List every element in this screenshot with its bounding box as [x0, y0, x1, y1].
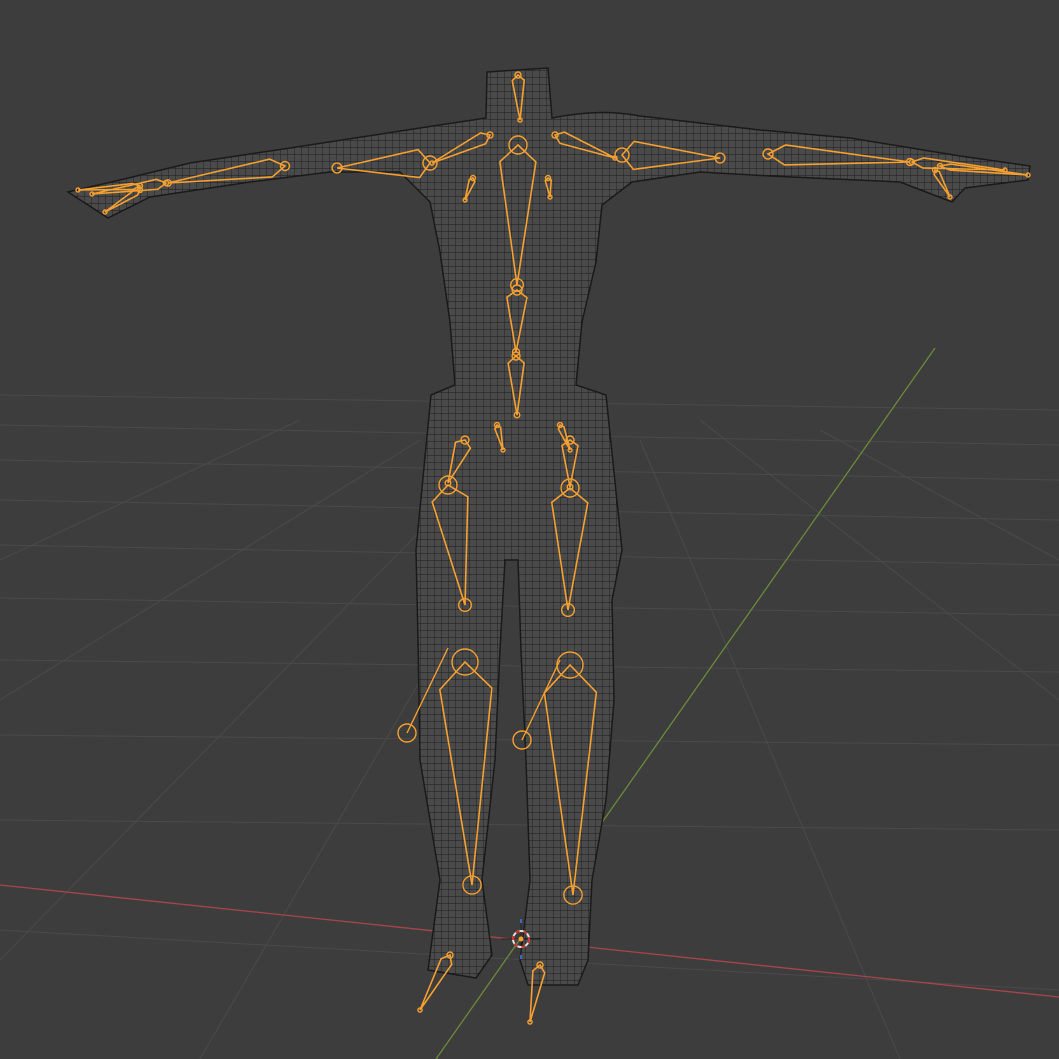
3d-viewport[interactable]	[0, 0, 1059, 1059]
